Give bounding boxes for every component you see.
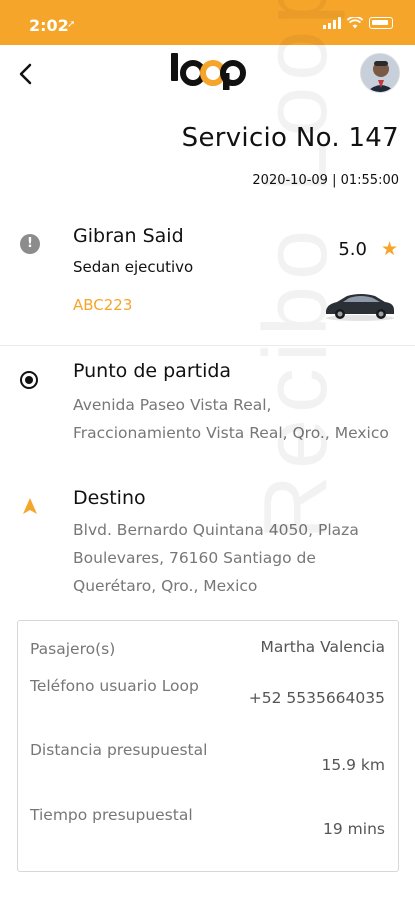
battery-icon: [369, 17, 393, 29]
wifi-icon: [347, 17, 363, 29]
origin-address: Avenida Paseo Vista Real, Fraccionamient…: [73, 396, 389, 442]
back-button[interactable]: [18, 59, 42, 89]
destination-label: Destino: [73, 487, 146, 509]
time-label: Tiempo presupuestal: [30, 806, 193, 824]
car-type: Sedan ejecutivo: [73, 258, 194, 276]
destination-address: Blvd. Bernardo Quintana 4050, Plaza Boul…: [73, 521, 359, 595]
phone-label: Teléfono usuario Loop: [30, 677, 199, 695]
star-icon: ★: [380, 238, 398, 260]
passenger-value: Martha Valencia: [260, 638, 385, 656]
driver-rating: 5.0: [338, 239, 367, 260]
car-icon: [326, 294, 394, 321]
driver-name: Gibran Said: [73, 225, 184, 247]
status-icons: [323, 17, 393, 29]
status-time: 2:02: [29, 16, 69, 35]
chevron-left-icon: [19, 63, 32, 85]
distance-label: Distancia presupuestal: [30, 741, 208, 759]
distance-value: 15.9 km: [321, 756, 385, 774]
trip-details-card: Pasajero(s) Martha Valencia Teléfono usu…: [17, 620, 399, 872]
origin-marker-icon: [20, 371, 38, 389]
license-plate: ABC223: [73, 296, 133, 314]
navigation-arrow-icon: [23, 498, 37, 514]
origin-label: Punto de partida: [73, 360, 232, 382]
signal-icon: [323, 17, 341, 29]
phone-value: +52 5535664035: [248, 689, 385, 707]
location-arrow-icon: ➚: [67, 19, 76, 30]
time-value: 19 mins: [323, 820, 385, 838]
passenger-label: Pasajero(s): [30, 640, 116, 658]
alert-icon[interactable]: !: [20, 234, 40, 254]
divider: [0, 345, 415, 346]
service-datetime: 2020-10-09 | 01:55:00: [252, 173, 399, 188]
page-title: Servicio No. 147: [181, 123, 399, 153]
avatar[interactable]: [360, 53, 400, 93]
loop-logo: [171, 53, 246, 90]
status-bar: 2:02 ➚: [0, 0, 415, 45]
header: [0, 45, 415, 105]
